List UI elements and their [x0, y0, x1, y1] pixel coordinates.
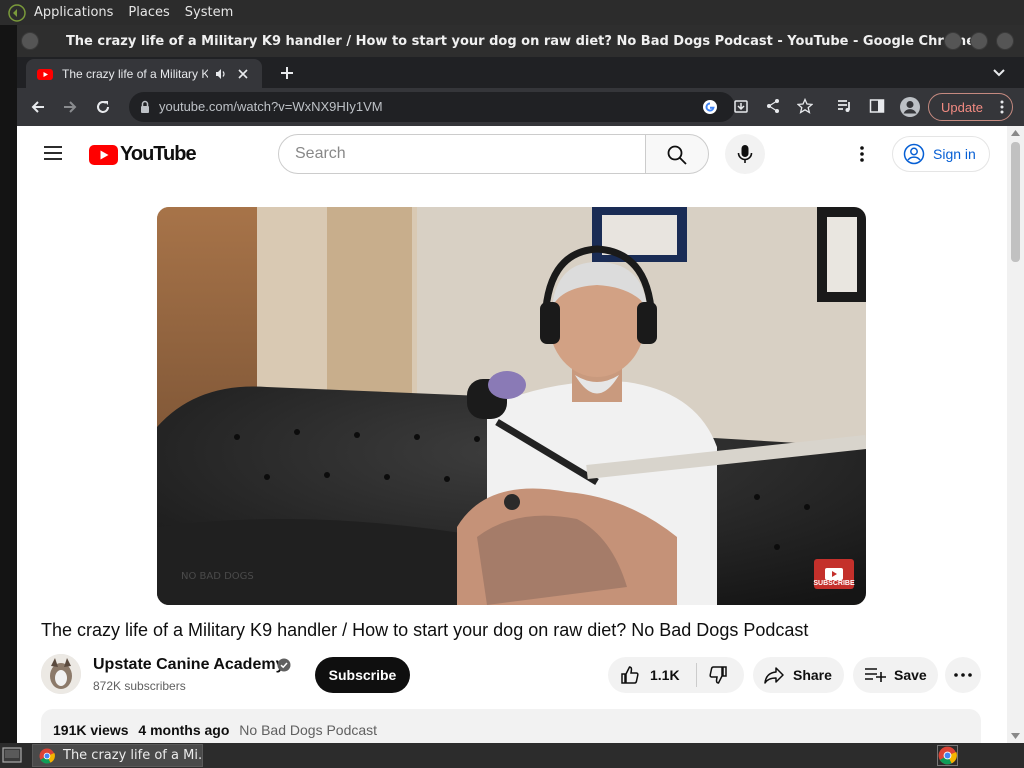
account-circle-icon	[903, 143, 925, 165]
bookmark-star-icon[interactable]	[797, 98, 813, 114]
subscribe-watermark[interactable]: SUBSCRIBE	[813, 559, 855, 589]
tab-search-chevron-icon[interactable]	[992, 67, 1006, 79]
menu-applications[interactable]: Applications	[34, 5, 113, 20]
taskbar-item-label: The crazy life of a Mi...	[63, 748, 203, 763]
logo-text: YouTube	[120, 143, 197, 165]
save-button[interactable]: Save	[853, 657, 938, 693]
desktop-top-panel: Applications Places System	[0, 0, 1024, 25]
channel-row: Upstate Canine Academy 872K subscribers …	[41, 654, 991, 698]
scroll-up-arrow-icon[interactable]	[1011, 129, 1020, 137]
desktop-taskbar: The crazy life of a Mi...	[0, 743, 1024, 768]
url-text[interactable]: youtube.com/watch?v=WxNX9HIy1VM	[159, 99, 383, 114]
window-titlebar[interactable]: The crazy life of a Military K9 handler …	[17, 25, 1024, 57]
thumbs-down-icon	[709, 666, 727, 684]
tab-youtube[interactable]: The crazy life of a Military K9 handler …	[26, 59, 262, 88]
forward-arrow-icon[interactable]	[62, 99, 78, 115]
like-button[interactable]: 1.1K	[608, 657, 696, 693]
sign-in-button[interactable]: Sign in	[892, 136, 990, 172]
tab-strip: The crazy life of a Military K9 handler …	[17, 57, 1024, 88]
tab-close-icon[interactable]	[236, 67, 250, 81]
update-button[interactable]: Update	[928, 93, 1013, 121]
tray-chrome-logo-icon	[938, 746, 957, 765]
share-label: Share	[793, 667, 832, 683]
more-actions-button[interactable]	[945, 657, 981, 693]
reload-icon[interactable]	[95, 99, 111, 115]
scroll-thumb[interactable]	[1011, 142, 1020, 262]
upload-date: 4 months ago	[138, 722, 230, 738]
thumbs-up-icon	[621, 666, 639, 684]
back-arrow-icon[interactable]	[30, 99, 46, 115]
install-app-icon[interactable]	[733, 98, 749, 114]
video-frame: NO BAD DOGS	[157, 207, 866, 605]
save-label: Save	[894, 667, 927, 683]
chrome-window: The crazy life of a Military K9 handler …	[17, 25, 1024, 743]
share-button[interactable]: Share	[753, 657, 844, 693]
chrome-menu-icon[interactable]	[1000, 100, 1004, 114]
description-tagline: No Bad Dogs Podcast	[239, 722, 378, 738]
more-horizontal-icon	[954, 673, 972, 677]
audio-playing-icon[interactable]	[214, 67, 228, 81]
channel-avatar[interactable]	[41, 654, 81, 694]
page-scrollbar[interactable]	[1007, 126, 1024, 743]
search-button[interactable]	[645, 134, 709, 174]
playlist-add-icon	[865, 668, 886, 682]
watermark-text: SUBSCRIBE	[813, 580, 855, 587]
menu-system[interactable]: System	[185, 5, 233, 20]
search-input[interactable]: Search	[278, 134, 646, 174]
browser-toolbar: youtube.com/watch?v=WxNX9HIy1VM Update	[17, 88, 1024, 126]
window-menu-icon[interactable]	[21, 32, 39, 50]
watermark-play-icon	[825, 568, 843, 580]
channel-avatar-image	[41, 654, 81, 694]
voice-search-button[interactable]	[725, 134, 765, 174]
settings-kebab-icon[interactable]	[860, 146, 864, 162]
maximize-icon[interactable]	[970, 32, 988, 50]
google-lens-icon[interactable]	[702, 99, 718, 115]
address-bar[interactable]: youtube.com/watch?v=WxNX9HIy1VM	[129, 92, 735, 122]
youtube-page: YouTube Search Sign in NO BAD DOGS SUBSC…	[17, 126, 1007, 743]
youtube-favicon-icon	[37, 68, 53, 80]
dislike-button[interactable]	[697, 657, 744, 693]
close-window-icon[interactable]	[996, 32, 1014, 50]
verified-check-icon	[277, 658, 291, 672]
search-icon	[667, 145, 687, 165]
like-count: 1.1K	[650, 667, 680, 683]
subscriber-count: 872K subscribers	[93, 679, 186, 693]
share-arrow-icon	[764, 667, 784, 684]
video-player[interactable]: NO BAD DOGS SUBSCRIBE	[157, 207, 866, 605]
window-title: The crazy life of a Military K9 handler …	[65, 33, 976, 49]
show-desktop-icon[interactable]	[2, 747, 22, 764]
chrome-icon	[39, 748, 55, 763]
subscribe-button[interactable]: Subscribe	[315, 657, 410, 693]
side-panel-icon[interactable]	[869, 98, 885, 114]
menu-places[interactable]: Places	[128, 5, 169, 20]
like-dislike-group: 1.1K	[608, 657, 744, 693]
tab-title: The crazy life of a Military K9 handler …	[62, 66, 208, 81]
minimize-icon[interactable]	[944, 32, 962, 50]
channel-name[interactable]: Upstate Canine Academy	[93, 656, 284, 674]
sign-in-label: Sign in	[933, 146, 976, 162]
share-page-icon[interactable]	[765, 98, 781, 114]
video-title: The crazy life of a Military K9 handler …	[41, 620, 809, 640]
view-count: 191K views	[53, 722, 129, 738]
search-placeholder: Search	[295, 145, 346, 162]
new-tab-icon[interactable]	[279, 65, 295, 81]
svg-text:NO BAD DOGS: NO BAD DOGS	[181, 571, 254, 582]
media-controls-icon[interactable]	[837, 98, 853, 114]
youtube-logo[interactable]: YouTube	[89, 143, 197, 166]
lock-icon[interactable]	[138, 100, 152, 114]
microphone-icon	[737, 145, 753, 163]
description-box[interactable]: 191K views 4 months ago No Bad Dogs Podc…	[41, 709, 981, 743]
taskbar-chrome-item[interactable]: The crazy life of a Mi...	[32, 744, 203, 767]
guide-menu-icon[interactable]	[44, 146, 62, 160]
profile-avatar-icon[interactable]	[899, 96, 921, 118]
update-label: Update	[941, 99, 983, 115]
distro-logo-icon[interactable]	[6, 2, 28, 24]
tray-chrome-icon[interactable]	[937, 745, 958, 766]
scroll-down-arrow-icon[interactable]	[1011, 732, 1020, 740]
youtube-play-logo-icon	[89, 144, 118, 165]
